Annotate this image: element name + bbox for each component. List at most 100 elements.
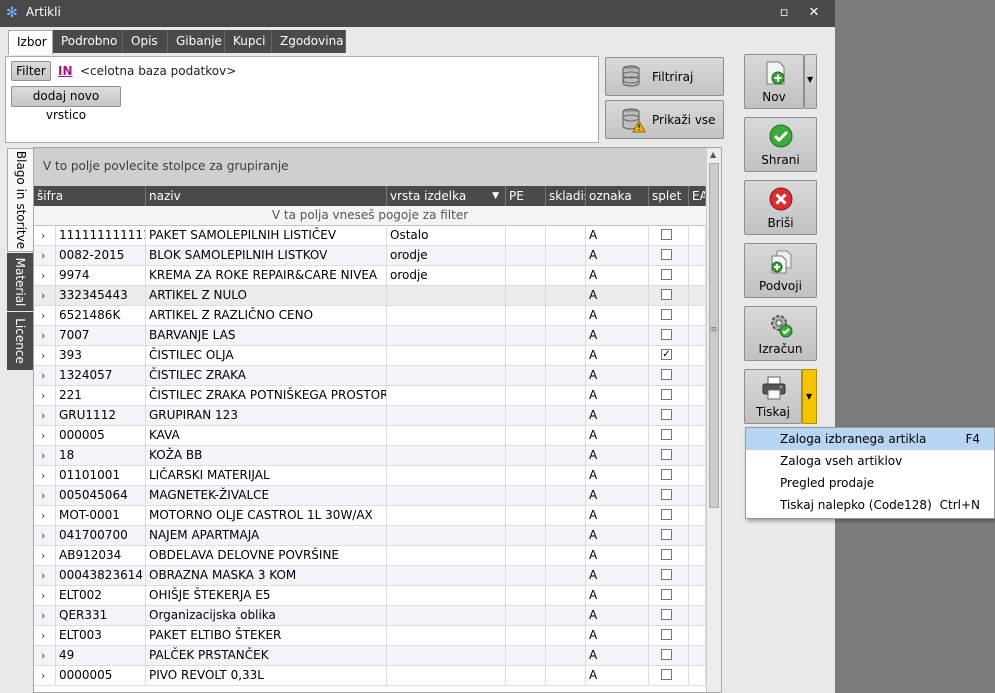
splet-checkbox[interactable] xyxy=(661,569,672,580)
table-row[interactable]: › 6521486K ARTIKEL Z RAZLIČNO CENO A xyxy=(34,306,706,326)
column-header-sifra[interactable]: šifra xyxy=(34,186,146,206)
splet-checkbox[interactable] xyxy=(661,509,672,520)
shrani-button[interactable]: Shrani xyxy=(744,117,817,172)
splet-checkbox[interactable] xyxy=(661,589,672,600)
splet-checkbox[interactable] xyxy=(661,529,672,540)
row-expand-icon[interactable]: › xyxy=(34,546,56,565)
column-header-naziv[interactable]: naziv xyxy=(146,186,387,206)
minimize-button[interactable]: ▫ xyxy=(775,4,793,22)
splet-checkbox[interactable] xyxy=(661,309,672,320)
table-row[interactable]: › 332345443 ARTIKEL Z NULO A xyxy=(34,286,706,306)
filtriraj-button[interactable]: Filtriraj xyxy=(605,57,724,96)
row-expand-icon[interactable]: › xyxy=(34,286,56,305)
side-tab-material[interactable]: Material xyxy=(7,253,33,311)
splet-checkbox[interactable] xyxy=(661,289,672,300)
splet-checkbox[interactable] xyxy=(661,229,672,240)
column-header-pe[interactable]: PE xyxy=(506,186,546,206)
table-row[interactable]: › GRU1112 GRUPIRAN 123 A xyxy=(34,406,706,426)
row-expand-icon[interactable]: › xyxy=(34,266,56,285)
row-expand-icon[interactable]: › xyxy=(34,466,56,485)
column-header-ean[interactable]: EA xyxy=(689,186,706,206)
row-expand-icon[interactable]: › xyxy=(34,666,56,685)
table-row[interactable]: › 01101001 LIČARSKI MATERIJAL A xyxy=(34,466,706,486)
row-expand-icon[interactable]: › xyxy=(34,526,56,545)
splet-checkbox[interactable] xyxy=(661,489,672,500)
splet-checkbox[interactable] xyxy=(661,449,672,460)
group-by-area[interactable]: V to polje povlecite stolpce za grupiran… xyxy=(34,148,706,186)
table-row[interactable]: › 221 ČISTILEC ZRAKA POTNIŠKEGA PROSTORA A xyxy=(34,386,706,406)
splet-checkbox[interactable] xyxy=(661,649,672,660)
table-row[interactable]: › 9974 KREMA ZA ROKE REPAIR&CARE NIVEA orod… xyxy=(34,266,706,286)
tab-podrobno[interactable]: Podrobno xyxy=(53,30,123,53)
tab-kupci[interactable]: Kupci xyxy=(225,30,272,53)
row-expand-icon[interactable]: › xyxy=(34,446,56,465)
row-expand-icon[interactable]: › xyxy=(34,406,56,425)
table-row[interactable]: › ELT002 OHIŠJE ŠTEKERJA E5 A xyxy=(34,586,706,606)
table-row[interactable]: › 393 ČISTILEC OLJA A ✓ xyxy=(34,346,706,366)
table-row[interactable]: › 0082-2015 BLOK SAMOLEPILNIH LISTKOV orodj… xyxy=(34,246,706,266)
add-row-button[interactable]: dodaj novo vrstico xyxy=(11,86,121,122)
splet-checkbox[interactable] xyxy=(661,669,672,680)
splet-checkbox[interactable] xyxy=(661,369,672,380)
table-row[interactable]: › 041700700 NAJEM APARTMAJA A xyxy=(34,526,706,546)
splet-checkbox[interactable] xyxy=(661,269,672,280)
splet-checkbox[interactable] xyxy=(661,629,672,640)
splet-checkbox[interactable] xyxy=(661,409,672,420)
splet-checkbox[interactable] xyxy=(661,469,672,480)
vertical-scrollbar[interactable]: ▲ ≡ xyxy=(706,148,721,692)
close-button[interactable]: ✕ xyxy=(805,4,823,22)
row-expand-icon[interactable]: › xyxy=(34,646,56,665)
splet-checkbox[interactable] xyxy=(661,329,672,340)
filter-row[interactable]: V ta polja vneseš pogoje za filter xyxy=(34,206,706,226)
table-row[interactable]: › 00043823614 OBRAZNA MASKA 3 KOM A xyxy=(34,566,706,586)
splet-checkbox[interactable] xyxy=(661,609,672,620)
splet-checkbox[interactable] xyxy=(661,429,672,440)
tab-gibanje[interactable]: Gibanje xyxy=(168,30,225,53)
column-header-vrsta[interactable]: vrsta izdelka ▼ xyxy=(387,186,506,206)
row-expand-icon[interactable]: › xyxy=(34,246,56,265)
table-row[interactable]: ›11111111111111PAKET SAMOLEPILNIH LISTIČ… xyxy=(34,226,706,246)
filter-button[interactable]: Filter xyxy=(11,61,51,81)
row-expand-icon[interactable]: › xyxy=(34,226,56,245)
nov-button[interactable]: Nov xyxy=(744,54,804,109)
filter-base-text[interactable]: <celotna baza podatkov> xyxy=(80,64,236,78)
tiskaj-button[interactable]: Tiskaj xyxy=(744,369,802,424)
tab-izbor[interactable]: Izbor xyxy=(8,30,53,55)
row-expand-icon[interactable]: › xyxy=(34,566,56,585)
tab-zgodovina[interactable]: Zgodovina xyxy=(272,30,346,53)
row-expand-icon[interactable]: › xyxy=(34,606,56,625)
menu-item-pregled-prodaje[interactable]: Pregled prodaje xyxy=(746,472,994,494)
row-expand-icon[interactable]: › xyxy=(34,366,56,385)
table-row[interactable]: › 18 KOŽA BB A xyxy=(34,446,706,466)
table-row[interactable]: › AB912034 OBDELAVA DELOVNE POVRŠINE A xyxy=(34,546,706,566)
tab-opis[interactable]: Opis xyxy=(123,30,168,53)
row-expand-icon[interactable]: › xyxy=(34,306,56,325)
table-row[interactable]: › 7007 BARVANJE LAS A xyxy=(34,326,706,346)
nov-dropdown-button[interactable]: ▼ xyxy=(804,54,817,109)
table-row[interactable]: › QER331 Organizacijska oblika A xyxy=(34,606,706,626)
prikazi-vse-button[interactable]: Prikaži vse xyxy=(605,100,724,139)
podvoji-button[interactable]: Podvoji xyxy=(744,243,817,298)
tiskaj-dropdown-button[interactable]: ▼ xyxy=(802,369,817,424)
row-expand-icon[interactable]: › xyxy=(34,426,56,445)
scrollbar-thumb[interactable] xyxy=(709,163,719,508)
menu-item-tiskaj-nalepko[interactable]: Tiskaj nalepko (Code128) Ctrl+N xyxy=(746,494,994,516)
table-row[interactable]: › MOT-0001 MOTORNO OLJE CASTROL 1L 30W/AX A xyxy=(34,506,706,526)
splet-checkbox[interactable] xyxy=(661,249,672,260)
scroll-up-icon[interactable]: ▲ xyxy=(710,150,716,159)
table-row[interactable]: › ELT003 PAKET ELTIBO ŠTEKER A xyxy=(34,626,706,646)
row-expand-icon[interactable]: › xyxy=(34,506,56,525)
table-row[interactable]: › 0000005 PIVO REVOLT 0,33L A xyxy=(34,666,706,686)
table-row[interactable]: › 49 PALČEK PRSTANČEK A xyxy=(34,646,706,666)
side-tab-licence[interactable]: Licence xyxy=(7,312,33,370)
splet-checkbox[interactable]: ✓ xyxy=(661,349,672,360)
row-expand-icon[interactable]: › xyxy=(34,626,56,645)
column-header-oznaka[interactable]: oznaka xyxy=(586,186,649,206)
row-expand-icon[interactable]: › xyxy=(34,346,56,365)
row-expand-icon[interactable]: › xyxy=(34,486,56,505)
table-row[interactable]: › 000005 KAVA A xyxy=(34,426,706,446)
row-expand-icon[interactable]: › xyxy=(34,586,56,605)
row-expand-icon[interactable]: › xyxy=(34,326,56,345)
column-header-splet[interactable]: splet xyxy=(649,186,689,206)
menu-item-zaloga-vseh[interactable]: Zaloga vseh artiklov xyxy=(746,450,994,472)
